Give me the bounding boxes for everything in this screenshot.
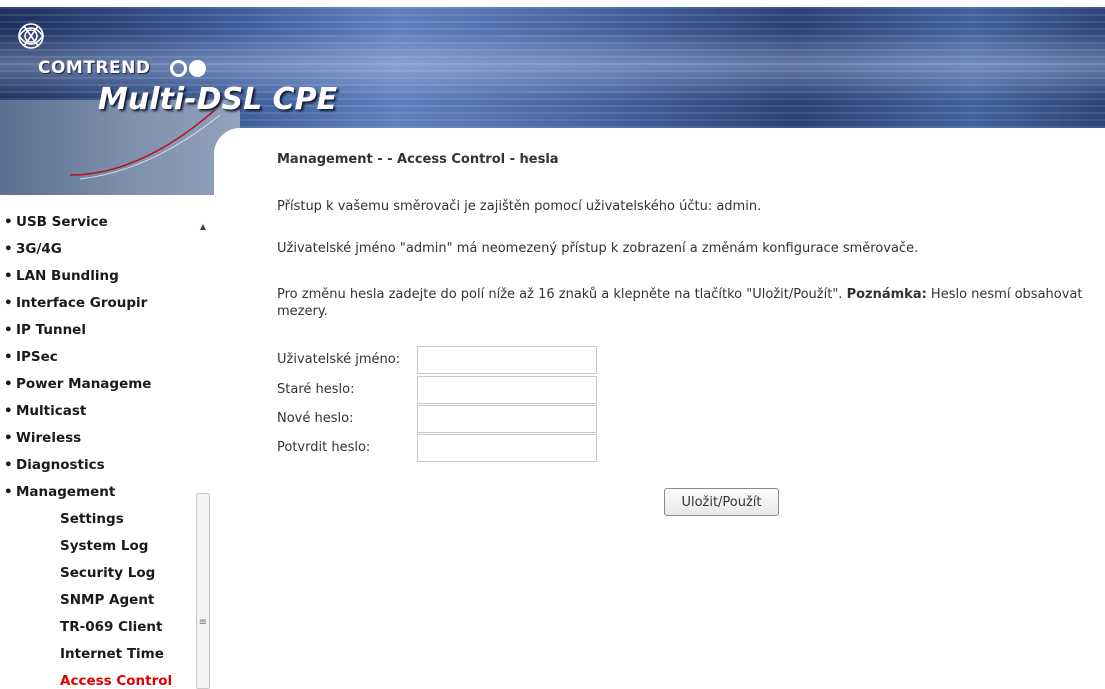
bullet-icon: • — [4, 430, 13, 446]
bullet-icon: • — [4, 376, 13, 392]
sidebar-item-label: Diagnostics — [16, 457, 105, 473]
bullet-icon: • — [4, 268, 13, 284]
old-password-input[interactable] — [417, 376, 597, 404]
page-title: Management - - Access Control - hesla — [277, 152, 559, 167]
scrollbar-grip-icon: ≡ — [198, 617, 208, 628]
sidebar-item-management[interactable]: • Management — [4, 479, 194, 506]
password-instructions: Pro změnu hesla zadejte do polí níže až … — [277, 286, 1105, 320]
sidebar-item-label: Settings — [60, 511, 124, 527]
sidebar-item-power-manageme[interactable]: • Power Manageme — [4, 371, 194, 398]
confirm-password-input[interactable] — [417, 434, 597, 462]
bullet-icon: • — [4, 403, 13, 419]
sidebar-item-internet-time[interactable]: Internet Time — [4, 641, 194, 668]
sidebar-item-interface-groupir[interactable]: • Interface Groupir — [4, 290, 194, 317]
sidebar-item-label: SNMP Agent — [60, 592, 155, 608]
sidebar-item-diagnostics[interactable]: • Diagnostics — [4, 452, 194, 479]
old-password-label: Staré heslo: — [277, 382, 355, 397]
save-apply-button[interactable]: Uložit/Použít — [664, 488, 779, 516]
sidebar: • USB Service • 3G/4G • LAN Bundling • Interfac… — [0, 195, 205, 689]
sidebar-menu: • USB Service • 3G/4G • LAN Bundling • Interfac… — [4, 209, 194, 689]
username-input[interactable] — [417, 346, 597, 374]
sidebar-item-snmp-agent[interactable]: SNMP Agent — [4, 587, 194, 614]
sidebar-item-label: System Log — [60, 538, 149, 554]
instructions-text: Pro změnu hesla zadejte do polí níže až … — [277, 287, 847, 302]
confirm-password-label: Potvrdit heslo: — [277, 440, 371, 455]
new-password-input[interactable] — [417, 405, 597, 433]
sidebar-item-ipsec[interactable]: • IPSec — [4, 344, 194, 371]
sidebar-item-3g-4g[interactable]: • 3G/4G — [4, 236, 194, 263]
sidebar-item-access-control[interactable]: Access Control — [4, 668, 194, 689]
sidebar-item-label: LAN Bundling — [16, 268, 119, 284]
scrollbar-thumb[interactable] — [196, 493, 210, 689]
sidebar-item-label: Power Manageme — [16, 376, 152, 392]
bullet-icon: • — [4, 322, 13, 338]
sidebar-item-settings[interactable]: Settings — [4, 506, 194, 533]
intro-paragraph: Přístup k vašemu směrovači je zajištěn p… — [277, 199, 762, 214]
bullet-icon: • — [4, 457, 13, 473]
sidebar-item-label: IP Tunnel — [16, 322, 86, 338]
bullet-icon: • — [4, 349, 13, 365]
sidebar-item-label: Wireless — [16, 430, 82, 446]
sidebar-item-label: 3G/4G — [16, 241, 62, 257]
new-password-label: Nové heslo: — [277, 411, 354, 426]
note-label: Poznámka: — [846, 287, 927, 302]
bullet-icon: • — [4, 241, 13, 257]
username-label: Uživatelské jméno: — [277, 352, 401, 367]
sidebar-item-label: Security Log — [60, 565, 156, 581]
brand-name: COMTREND — [38, 58, 151, 78]
sidebar-item-label: Management — [16, 484, 116, 500]
sidebar-item-label: USB Service — [16, 214, 108, 230]
sidebar-item-multicast[interactable]: • Multicast — [4, 398, 194, 425]
sidebar-item-label: IPSec — [16, 349, 58, 365]
admin-info-paragraph: Uživatelské jméno "admin" má neomezený p… — [277, 241, 919, 256]
bullet-icon: • — [4, 214, 13, 230]
sidebar-item-ip-tunnel[interactable]: • IP Tunnel — [4, 317, 194, 344]
brand-circles-logo — [170, 58, 208, 77]
sidebar-item-lan-bundling[interactable]: • LAN Bundling — [4, 263, 194, 290]
bullet-icon: • — [4, 484, 13, 500]
sidebar-item-usb-service[interactable]: • USB Service — [4, 209, 194, 236]
sidebar-item-label: Interface Groupir — [16, 295, 148, 311]
sidebar-item-system-log[interactable]: System Log — [4, 533, 194, 560]
sidebar-item-label: Internet Time — [60, 646, 164, 662]
sidebar-item-security-log[interactable]: Security Log — [4, 560, 194, 587]
sidebar-item-wireless[interactable]: • Wireless — [4, 425, 194, 452]
sidebar-item-label: Access Control — [60, 673, 173, 689]
scroll-up-arrow-icon[interactable]: ▲ — [198, 222, 208, 232]
sidebar-item-tr-069-client[interactable]: TR-069 Client — [4, 614, 194, 641]
comtrend-logo-icon — [18, 23, 45, 49]
sidebar-item-label: TR-069 Client — [60, 619, 163, 635]
bullet-icon: • — [4, 295, 13, 311]
banner-top-strip — [0, 0, 1105, 7]
sidebar-item-label: Multicast — [16, 403, 87, 419]
